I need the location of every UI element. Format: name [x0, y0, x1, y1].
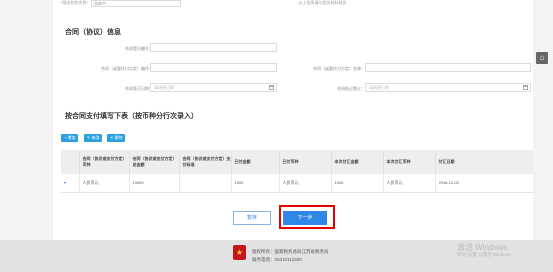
- party-name-label: 合同（或委托付方定）名称：: [313, 66, 365, 71]
- cell-paid-currency: 人民币元: [278, 174, 331, 193]
- cell-date: 2016-12-02: [434, 174, 533, 193]
- add-button[interactable]: + 增加: [61, 134, 79, 142]
- footer-phone: 服务电话：00310112300: [252, 257, 302, 262]
- party-name-input[interactable]: [365, 63, 531, 72]
- table-row[interactable]: ▾ 人民币元 10000 1000 人民币元 1000 人民币元 2016-12…: [61, 174, 533, 193]
- column-header: 付汇日期: [434, 150, 533, 174]
- cell-this-amount: 1000: [330, 174, 383, 193]
- column-header: 本次付汇金额: [330, 150, 383, 174]
- column-header: 合同（协议或支付方定）币种: [78, 150, 129, 174]
- footer-copyright: 版权所有：国家税务总局江苏省税务局: [252, 249, 329, 254]
- edit-button[interactable]: ✎ 修改: [84, 134, 103, 142]
- contract-no-label: 合同登记编号：: [125, 46, 153, 51]
- column-header: 合同（协议或支付方定）总金额: [128, 150, 179, 174]
- party-no-input[interactable]: [150, 63, 277, 72]
- party-no-label: 合同（或委托付方定）编号：: [101, 66, 153, 71]
- contract-no-input[interactable]: [150, 43, 277, 52]
- cell-total: 10000: [128, 174, 179, 193]
- activation-watermark-subtitle: 转到"设置"以激活 Windows。: [457, 252, 516, 257]
- side-help-button[interactable]: ⌂: [536, 52, 548, 64]
- cell-currency: 人民币元: [78, 174, 129, 193]
- sign-date-label: 合同签订日期：: [125, 86, 153, 91]
- row-expand-icon[interactable]: ▾: [61, 174, 79, 193]
- contract-section-title: 合同（协议）信息: [65, 29, 121, 36]
- save-draft-button[interactable]: 暂存: [233, 211, 271, 225]
- emblem-icon: ★: [233, 245, 246, 260]
- top-partial-row: *基金机构名称： 浙商中 · 以上信息请与相关材料核实 ·: [61, 0, 533, 10]
- column-header: 合同（协议或支付方定）支付标准: [178, 150, 231, 174]
- top-right-note: · 以上信息请与相关材料核实 ·: [296, 0, 349, 5]
- fund-name-label: *基金机构名称：: [61, 0, 91, 5]
- end-date-label: 合同结订期止：: [337, 86, 365, 91]
- cell-this-currency: 人民币元: [382, 174, 435, 193]
- schedule-section-title: 按合同支付填写下表（按币种分行次录入）: [65, 113, 198, 120]
- table-header-row: 合同（协议或支付方定）币种 合同（协议或支付方定）总金额 合同（协议或支付方定）…: [61, 150, 533, 174]
- calendar-icon[interactable]: [523, 85, 528, 90]
- column-header: 已付币种: [278, 150, 331, 174]
- main-card: *基金机构名称： 浙商中 · 以上信息请与相关材料核实 · 合同（协议）信息 合…: [53, 0, 533, 240]
- column-header: [61, 150, 79, 174]
- cell-paid-amount: 1000: [230, 174, 279, 193]
- highlight-box: [279, 205, 335, 229]
- sign-date-input[interactable]: 请选择日期: [150, 83, 277, 92]
- end-date-input[interactable]: 请选择日期: [365, 83, 531, 92]
- column-header: 本次付汇币种: [382, 150, 435, 174]
- column-header: 已付金额: [230, 150, 279, 174]
- delete-button[interactable]: ✕ 删除: [107, 134, 126, 142]
- cell-standard: [178, 174, 231, 193]
- fund-name-select[interactable]: 浙商中: [91, 0, 181, 7]
- payment-table: 合同（协议或支付方定）币种 合同（协议或支付方定）总金额 合同（协议或支付方定）…: [61, 150, 533, 193]
- calendar-icon[interactable]: [269, 85, 274, 90]
